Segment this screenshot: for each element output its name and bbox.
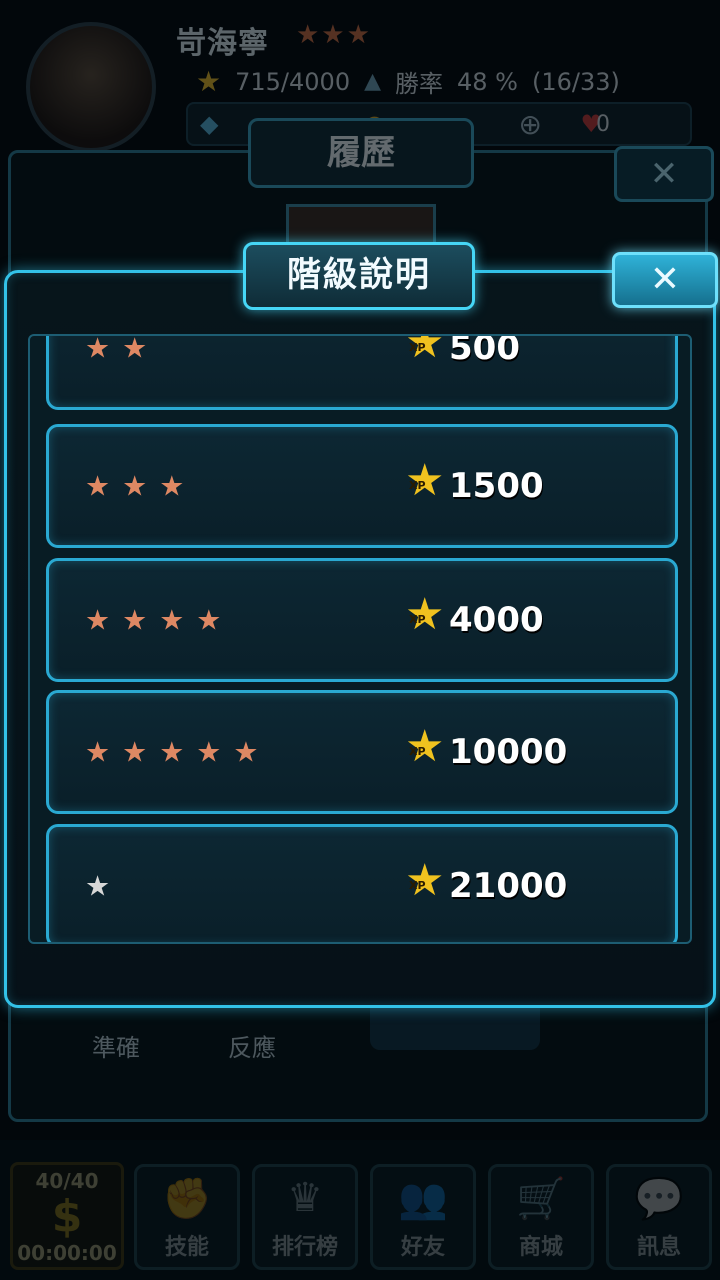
dialog-title: 階級說明 [243,242,475,310]
heart-count: 0 [596,112,610,137]
rank-list[interactable]: ★★ ★ XP 500 ★★★ ★ XP 1500 ★★★★ ★ XP 4000 ★★… [28,334,692,944]
winrate-label: 勝率 [395,70,444,98]
rank-row: ★★ ★ XP 500 [46,334,678,410]
rank-stars: ★ [85,869,123,903]
dollar-icon: $ [51,1191,83,1242]
energy-count: 40/40 [35,1169,99,1193]
rank-xp-required: 4000 [449,600,544,640]
close-icon: ✕ [649,259,681,300]
energy-timer: 00:00:00 [17,1241,117,1265]
rank-stars: ★★★★★ [85,735,271,769]
rank-row: ★ ★ XP 21000 [46,824,678,942]
gem-icon: ◆ [200,110,219,138]
cart-icon: 🛒 [516,1176,566,1222]
close-icon: ✕ [649,154,679,194]
rank-row: ★★★ ★ XP 1500 [46,424,678,548]
fist-icon: ✊ [162,1176,212,1222]
xp-progress: 715/4000 [235,67,351,96]
player-avatar [26,22,156,152]
player-name: 岢海寧 [176,26,269,61]
player-stats-row: ★ 715/4000 ▲ 勝率 48 % (16/33) [196,64,620,99]
rank-stars: ★★★ [85,469,197,503]
stat-label-reaction: 反應 [228,1034,276,1062]
xp-icon: ★ XP [405,855,445,906]
xp-icon: ★ XP [405,455,445,506]
xp-icon: ★ XP [405,721,445,772]
rank-xp-required: 1500 [449,466,544,506]
rank-stars: ★★★★ [85,603,234,637]
player-rank-stars: ★★★ [296,20,372,50]
winrate-record: (16/33) [532,67,620,96]
xp-star-icon: ★ [196,65,222,98]
rank-row: ★★★★★ ★ XP 10000 [46,690,678,814]
energy-timer-box[interactable]: 40/40 $ 00:00:00 [10,1162,124,1270]
nav-ranking-button[interactable]: ♛ 排行榜 [252,1164,358,1270]
nav-shop-button[interactable]: 🛒 商城 [488,1164,594,1270]
rank-stars: ★★ [85,334,160,365]
nav-label: 排行榜 [271,1235,338,1260]
history-close-button[interactable]: ✕ [614,146,714,202]
rank-row: ★★★★ ★ XP 4000 [46,558,678,682]
xp-icon: ★ XP [405,589,445,640]
bottom-nav-bar: 40/40 $ 00:00:00 ✊ 技能 ♛ 排行榜 👥 好友 🛒 商城 💬 [0,1140,720,1280]
nav-messages-button[interactable]: 💬 訊息 [606,1164,712,1270]
trophy-icon: ♛ [287,1175,323,1221]
add-icon[interactable]: ⊕ [519,108,542,141]
history-title: 履歷 [248,118,474,188]
nav-label: 技能 [164,1235,209,1260]
winrate-value: 48 % [457,67,518,96]
chat-icon: 💬 [634,1176,684,1222]
winrate-icon: ▲ [364,69,382,94]
nav-friends-button[interactable]: 👥 好友 [370,1164,476,1270]
xp-icon: ★ XP [405,334,445,368]
dialog-close-button[interactable]: ✕ [612,252,718,308]
rank-xp-required: 500 [449,334,520,368]
rank-xp-required: 21000 [449,866,568,906]
nav-skills-button[interactable]: ✊ 技能 [134,1164,240,1270]
rank-xp-required: 10000 [449,732,568,772]
nav-label: 好友 [400,1235,445,1260]
friends-icon: 👥 [398,1176,448,1222]
nav-label: 商城 [518,1235,563,1260]
nav-label: 訊息 [636,1235,681,1260]
stat-label-accuracy: 準確 [92,1034,140,1062]
